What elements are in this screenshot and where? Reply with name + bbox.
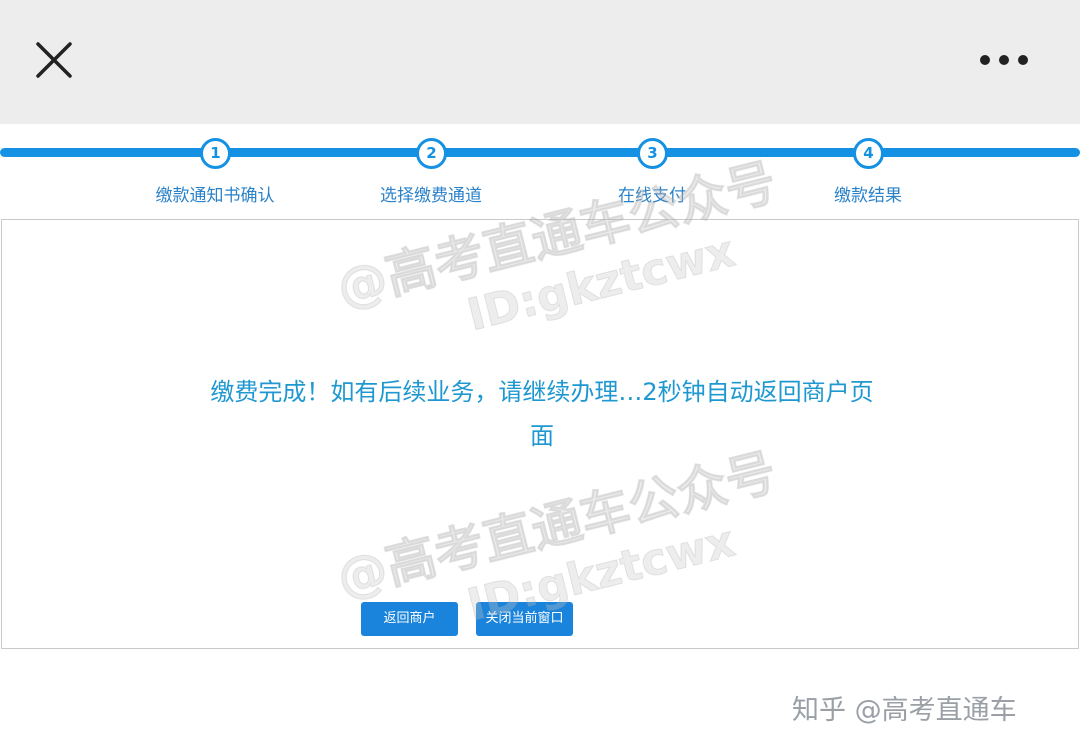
step-select-channel[interactable]: 2 选择缴费通道: [331, 124, 531, 219]
step-label: 缴款结果: [834, 186, 902, 206]
zhihu-credit: 知乎 @高考直通车: [792, 695, 1017, 726]
step-number: 1: [200, 138, 231, 169]
step-confirm-notice[interactable]: 1 缴款通知书确认: [115, 124, 315, 219]
step-number: 2: [416, 138, 447, 169]
result-panel: 缴费完成！如有后续业务，请继续办理…2秒钟自动返回商户页面 返回商户 关闭当前窗…: [1, 219, 1079, 649]
step-number: 4: [853, 138, 884, 169]
progress-steps: 1 缴款通知书确认 2 选择缴费通道 3 在线支付 4 缴款结果: [0, 124, 1080, 219]
more-horizontal-icon[interactable]: [974, 44, 1034, 76]
step-number: 3: [637, 138, 668, 169]
step-label: 缴款通知书确认: [155, 186, 275, 206]
step-payment-result[interactable]: 4 缴款结果: [768, 124, 968, 219]
result-message: 缴费完成！如有后续业务，请继续办理…2秒钟自动返回商户页面: [210, 378, 874, 450]
close-icon[interactable]: [30, 36, 78, 84]
step-label: 在线支付: [618, 186, 686, 206]
step-label: 选择缴费通道: [380, 186, 482, 206]
browser-topbar: [0, 0, 1080, 124]
return-merchant-button[interactable]: 返回商户: [361, 602, 458, 636]
close-window-button[interactable]: 关闭当前窗口: [476, 602, 573, 636]
step-online-payment[interactable]: 3 在线支付: [552, 124, 752, 219]
